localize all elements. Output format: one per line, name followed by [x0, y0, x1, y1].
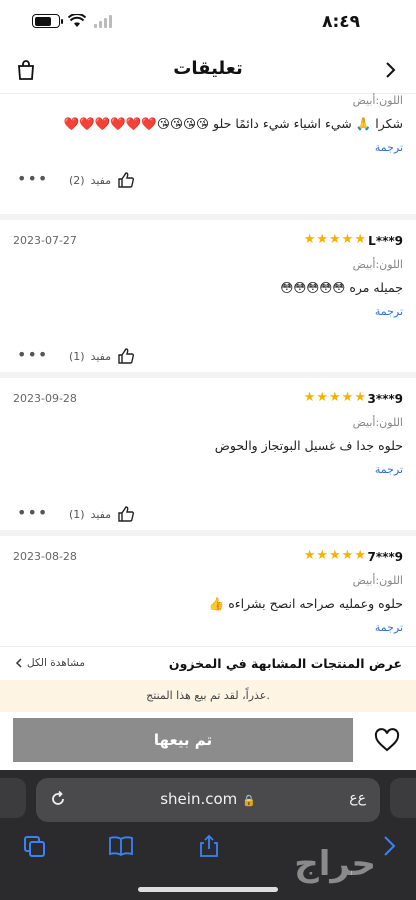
back-chevron-icon[interactable]: [378, 58, 402, 82]
thumbs-up-icon: [118, 348, 135, 364]
address-bar[interactable]: shein.com 🔒 ع‌ع: [36, 778, 380, 822]
review-item: 7***9 ★★★★★ 2023-08-28 اللون:أبيض حلوه و…: [0, 536, 416, 646]
reviewer-name: L***9: [368, 234, 403, 248]
helpful-label: مفيد: [90, 173, 112, 187]
review-color: اللون:أبيض: [352, 574, 403, 587]
reader-aa-button[interactable]: ع‌ع: [349, 790, 366, 806]
tabs-icon[interactable]: [22, 834, 48, 858]
browser-toolbar: shein.com 🔒 ع‌ع حراج: [0, 770, 416, 900]
review-item: اللون:أبيض شكرا 🙏 شيء اشياء شيء دائمًا ح…: [0, 94, 416, 220]
thumbs-up-icon: [118, 506, 135, 522]
view-all-link[interactable]: مشاهدة الكل: [14, 657, 85, 669]
url-text: shein.com 🔒: [36, 790, 380, 808]
page-title: تعليقات: [173, 58, 243, 79]
review-header: 7***9 ★★★★★ 2023-08-28: [13, 546, 403, 572]
more-options-icon[interactable]: •••: [17, 503, 48, 522]
helpful-button[interactable]: مفيد (2): [69, 171, 135, 189]
url-domain: shein.com: [160, 790, 238, 808]
helpful-label: مفيد: [90, 507, 112, 521]
lock-icon: 🔒: [242, 794, 256, 807]
status-icons: [32, 14, 112, 28]
more-options-icon[interactable]: •••: [17, 169, 48, 188]
rating-stars: ★★★★★: [303, 390, 367, 405]
review-color: اللون:أبيض: [352, 258, 403, 271]
rating-stars: ★★★★★: [303, 232, 367, 247]
thumbs-up-icon: [118, 172, 135, 188]
helpful-button[interactable]: مفيد (1): [69, 505, 135, 523]
review-footer: مفيد (1) •••: [13, 337, 403, 377]
helpful-count: (2): [69, 173, 85, 187]
wifi-icon: [68, 14, 86, 27]
view-all-label: مشاهدة الكل: [27, 657, 85, 669]
similar-products-bar[interactable]: عرض المنتجات المشابهة في المخزون مشاهدة …: [0, 646, 416, 680]
sold-out-button[interactable]: تم بيعها: [13, 718, 353, 762]
previous-tab-peek[interactable]: [0, 778, 26, 818]
action-row: تم بيعها: [0, 712, 416, 770]
chevron-left-icon: [15, 658, 22, 668]
helpful-count: (1): [69, 507, 85, 521]
signal-icon: [94, 14, 112, 28]
translate-link[interactable]: ترجمة: [375, 305, 403, 318]
review-text: حلوه وعمليه صراحه انصح بشراءه 👍: [208, 596, 403, 611]
review-item: L***9 ★★★★★ 2023-07-27 اللون:أبيض جميله …: [0, 220, 416, 378]
more-options-icon[interactable]: •••: [17, 345, 48, 364]
heart-icon[interactable]: [374, 728, 400, 752]
helpful-label: مفيد: [90, 349, 112, 363]
watermark-logo: حراج: [294, 844, 376, 884]
reviewer-name: 3***9: [367, 392, 403, 406]
review-header: 3***9 ★★★★★ 2023-09-28: [13, 388, 403, 414]
status-bar: ٨:٤٩: [0, 0, 416, 46]
review-color: اللون:أبيض: [352, 416, 403, 429]
share-icon[interactable]: [196, 834, 222, 858]
translate-link[interactable]: ترجمة: [375, 621, 403, 634]
header: تعليقات: [0, 46, 416, 94]
review-header: L***9 ★★★★★ 2023-07-27: [13, 230, 403, 256]
helpful-button[interactable]: مفيد (1): [69, 347, 135, 365]
review-footer: مفيد (2) •••: [13, 161, 403, 201]
helpful-count: (1): [69, 349, 85, 363]
review-text: جميله مره 😳😳😳😳😳: [280, 280, 403, 295]
review-footer: مفيد (1) •••: [13, 495, 403, 535]
forward-chevron-icon[interactable]: [376, 834, 402, 858]
status-time: ٨:٤٩: [322, 12, 360, 32]
sold-out-text: عذراً، لقد تم بيع هذا المنتج.: [146, 689, 270, 702]
review-item: 3***9 ★★★★★ 2023-09-28 اللون:أبيض حلوه ج…: [0, 378, 416, 536]
review-date: 2023-08-28: [13, 550, 77, 563]
review-date: 2023-09-28: [13, 392, 77, 405]
battery-icon: [32, 14, 63, 28]
review-date: 2023-07-27: [13, 234, 77, 247]
home-indicator: [138, 887, 278, 892]
reviews-list: اللون:أبيض شكرا 🙏 شيء اشياء شيء دائمًا ح…: [0, 94, 416, 646]
translate-link[interactable]: ترجمة: [375, 141, 403, 154]
sold-out-notice: عذراً، لقد تم بيع هذا المنتج.: [0, 680, 416, 712]
bookmarks-icon[interactable]: [108, 834, 134, 858]
similar-products-title: عرض المنتجات المشابهة في المخزون: [168, 656, 402, 671]
translate-link[interactable]: ترجمة: [375, 463, 403, 476]
rating-stars: ★★★★★: [303, 548, 367, 563]
reviewer-name: 7***9: [367, 550, 403, 564]
next-tab-peek[interactable]: [390, 778, 416, 818]
review-text: حلوه جدا ف غسيل البوتجاز والحوض: [214, 438, 403, 453]
review-text: شكرا 🙏 شيء اشياء شيء دائمًا حلو 😘😘😘😘❤️❤️…: [63, 116, 403, 131]
review-color: اللون:أبيض: [352, 94, 403, 107]
